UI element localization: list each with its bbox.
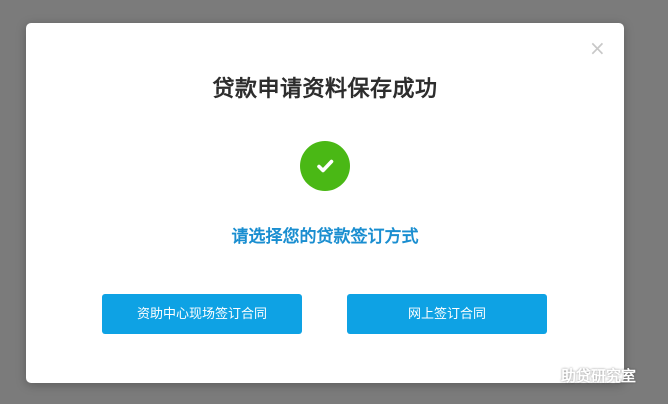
onsite-sign-contract-button[interactable]: 资助中心现场签订合同 xyxy=(102,294,302,334)
online-sign-contract-button[interactable]: 网上签订合同 xyxy=(347,294,547,334)
success-check-icon xyxy=(300,141,350,191)
watermark: 助贷研究室 xyxy=(533,363,636,387)
signing-method-prompt: 请选择您的贷款签订方式 xyxy=(231,227,419,247)
dialog-title: 贷款申请资料保存成功 xyxy=(212,77,438,102)
save-success-dialog: × 贷款申请资料保存成功 请选择您的贷款签订方式 资助中心现场签订合同 网上签订… xyxy=(26,23,624,383)
wechat-icon xyxy=(533,366,555,383)
watermark-text: 助贷研究室 xyxy=(561,366,637,385)
close-icon[interactable]: × xyxy=(589,38,606,58)
